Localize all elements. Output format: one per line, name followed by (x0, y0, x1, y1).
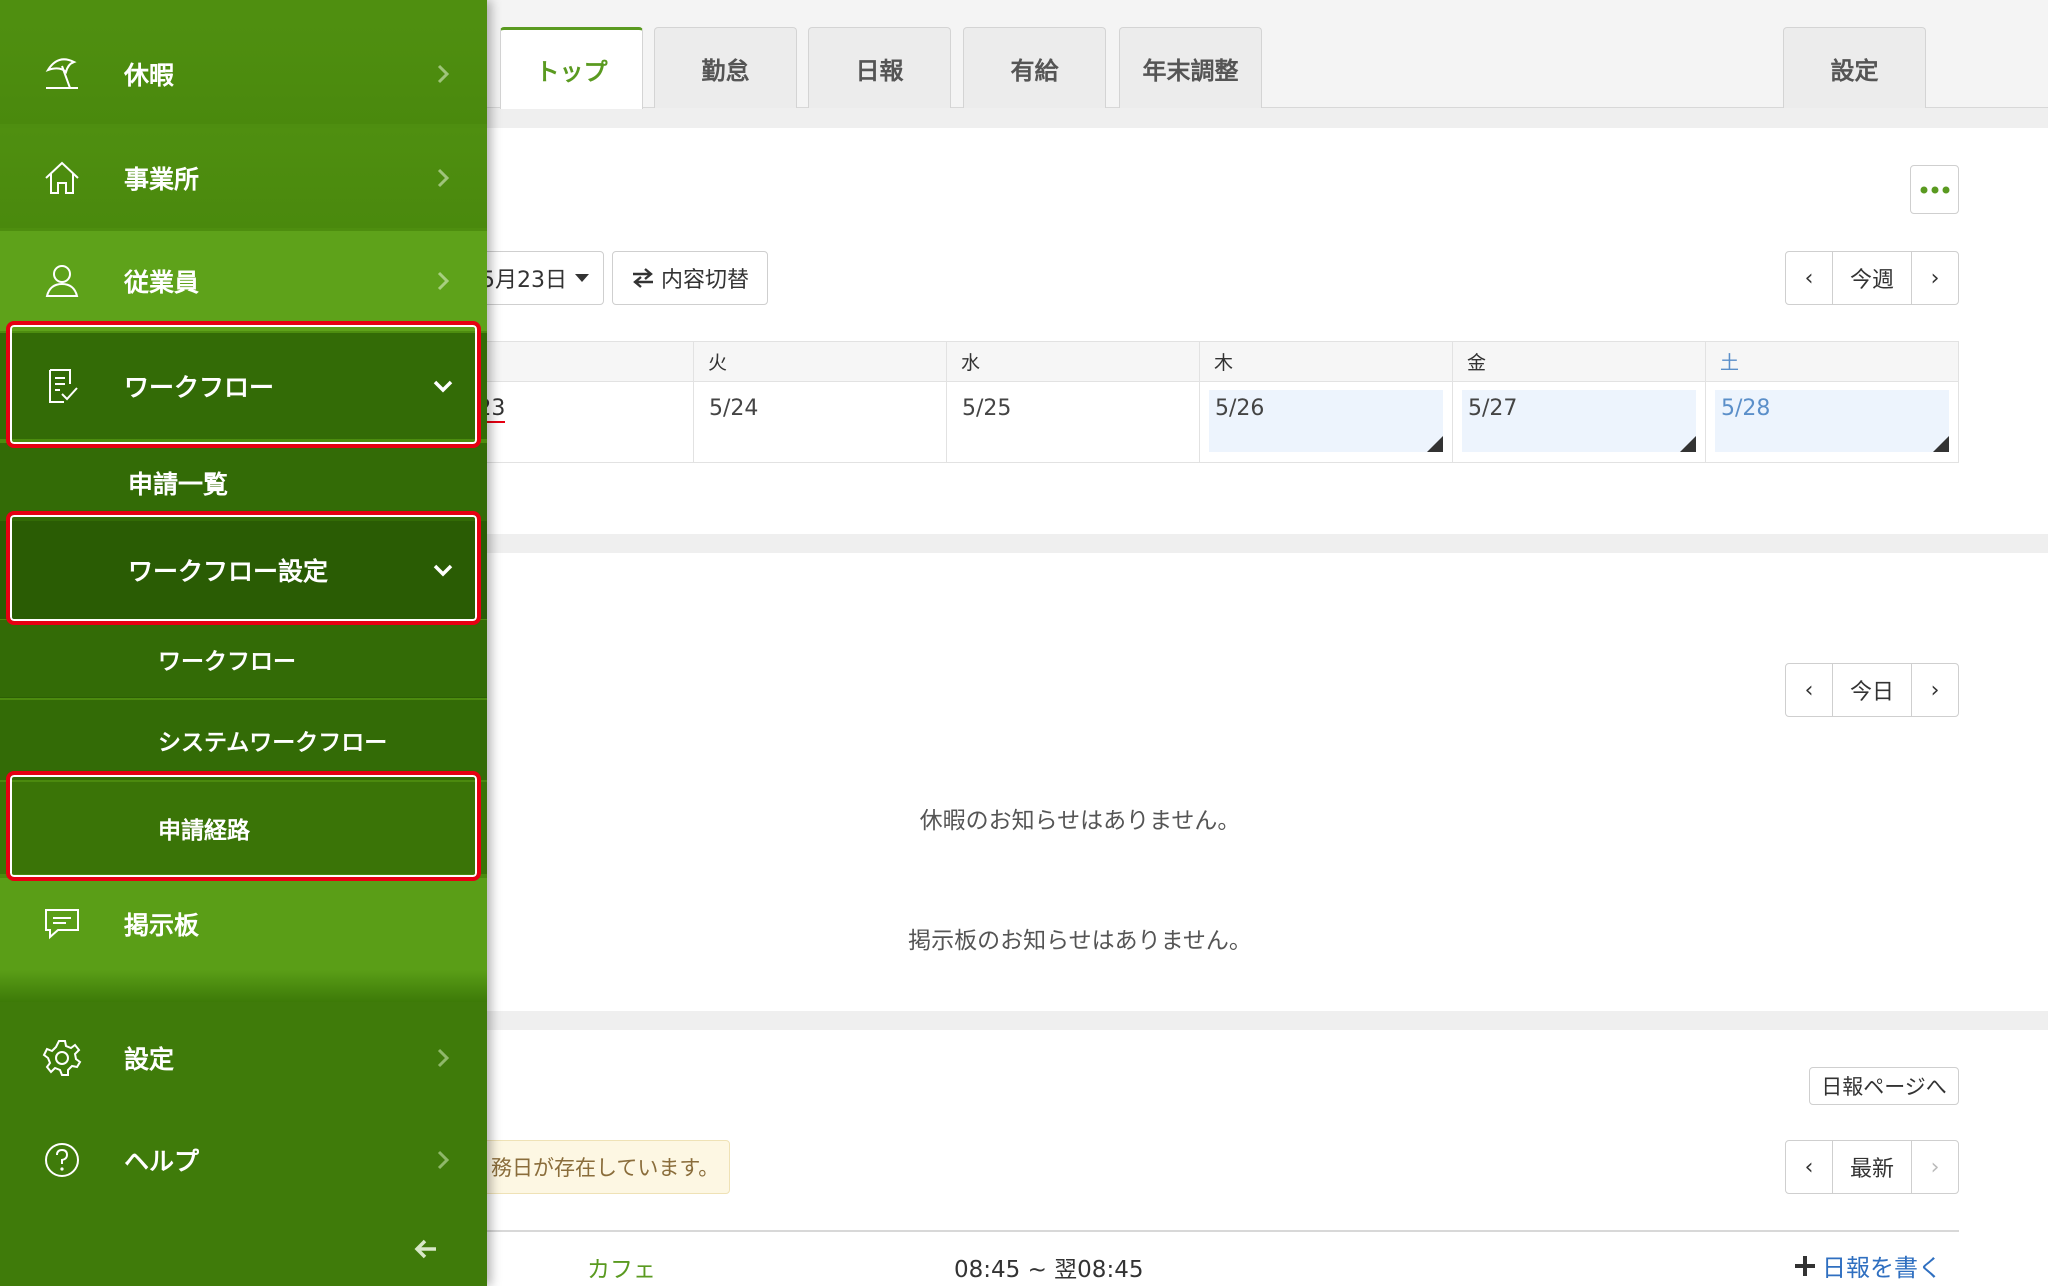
weekday-tue: 火 (693, 341, 947, 382)
day-date-saturday: 5/28 (1721, 396, 1771, 421)
tab-top[interactable]: トップ (500, 27, 643, 109)
report-location: カフェ (587, 1257, 656, 1283)
sidebar-item-label: ヘルプ (124, 1147, 200, 1176)
prev-report-button[interactable]: ‹ (1786, 1141, 1832, 1193)
chevron-right-icon (437, 64, 450, 84)
latest-button[interactable]: 最新 (1832, 1141, 1912, 1193)
day-date: 5/25 (962, 396, 1012, 421)
chevron-right-icon (437, 168, 450, 188)
this-week-button[interactable]: 今週 (1832, 252, 1912, 304)
daily-report-page-button[interactable]: 日報ページへ (1809, 1067, 1959, 1105)
tab-paid-leave[interactable]: 有給 (963, 27, 1106, 108)
report-time: 08:45 ~ 翌08:45 (954, 1257, 1144, 1283)
report-nav: ‹ 最新 › (1785, 1140, 1959, 1194)
chevron-right-icon (437, 271, 450, 291)
day-cell[interactable]: 5/28 (1705, 381, 1959, 463)
week-nav: ‹ 今週 › (1785, 251, 1959, 305)
prev-day-button[interactable]: ‹ (1786, 664, 1832, 716)
weekday-wed: 水 (946, 341, 1200, 382)
sidebar-item-office[interactable]: 事業所 (0, 128, 487, 228)
day-date: 5/26 (1215, 396, 1265, 421)
today-button[interactable]: 今日 (1832, 664, 1912, 716)
home-icon (45, 161, 79, 194)
next-report-button[interactable]: › (1912, 1141, 1958, 1193)
sidebar-separator (0, 970, 487, 1002)
sidebar-item-label: 休暇 (124, 61, 175, 90)
sidebar-item-help[interactable]: ヘルプ (0, 1110, 487, 1210)
day-cell[interactable]: 5/27 (1452, 381, 1706, 463)
sidebar-item-vacation[interactable]: 休暇 (0, 24, 487, 124)
day-date: 5/27 (1468, 396, 1518, 421)
weekday-sat: 土 (1705, 341, 1959, 382)
sidebar-item-workflow-sub[interactable]: ワークフロー (0, 620, 487, 698)
tab-daily-report[interactable]: 日報 (808, 27, 951, 108)
sidebar-item-label: ワークフロー (158, 648, 296, 675)
more-button[interactable] (1910, 165, 1959, 214)
warning-text: 務日が存在しています。 (491, 1156, 720, 1180)
user-icon (45, 265, 79, 297)
chevron-right-icon (437, 1048, 450, 1068)
message-icon (45, 909, 79, 940)
help-circle-icon (45, 1143, 79, 1177)
plus-icon (1795, 1255, 1815, 1276)
sidebar-item-label: 従業員 (124, 268, 200, 297)
sidebar-item-employee[interactable]: 従業員 (0, 231, 487, 331)
chevron-right-icon (437, 1150, 450, 1170)
date-select-label: 5月23日 (481, 268, 567, 293)
highlight-workflow-settings (6, 511, 481, 625)
tab-settings[interactable]: 設定 (1783, 27, 1926, 108)
next-day-button[interactable]: › (1912, 664, 1958, 716)
day-nav: ‹ 今日 › (1785, 663, 1959, 717)
divider (440, 1230, 1959, 1232)
day-cell[interactable]: 5/26 (1199, 381, 1453, 463)
day-cell[interactable]: 5/24 (693, 381, 947, 463)
sidebar-item-label: 設定 (124, 1045, 175, 1074)
sidebar-item-label: 掲示板 (124, 911, 200, 940)
sidebar-item-system-workflow[interactable]: システムワークフロー (0, 700, 487, 780)
next-week-button[interactable]: › (1912, 252, 1958, 304)
weekday-thu: 木 (1199, 341, 1453, 382)
tab-attendance[interactable]: 勤怠 (654, 27, 797, 108)
prev-week-button[interactable]: ‹ (1786, 252, 1832, 304)
more-dots-icon (1920, 186, 1949, 193)
arrow-left-icon[interactable] (414, 1238, 438, 1260)
weekday-fri: 金 (1452, 341, 1706, 382)
switch-content-button[interactable]: 内容切替 (612, 251, 768, 305)
sidebar-item-label: 申請一覧 (128, 470, 229, 499)
caret-down-icon (575, 274, 589, 282)
sidebar: 休暇 事業所 従業員 ワークフロー 申請一覧 ワークフロー設定 ワークフロー シ… (0, 0, 487, 1286)
switch-content-label: 内容切替 (660, 268, 749, 293)
sidebar-item-label: 事業所 (124, 165, 200, 194)
write-report-label: 日報を書く (1822, 1254, 1942, 1282)
sidebar-item-label: システムワークフロー (158, 730, 388, 756)
sidebar-item-settings[interactable]: 設定 (0, 1008, 487, 1108)
sidebar-item-board[interactable]: 掲示板 (0, 878, 487, 970)
gear-icon (42, 1040, 82, 1076)
highlight-workflow (6, 321, 481, 448)
write-report-link[interactable]: 日報を書く (1794, 1248, 1942, 1283)
highlight-route (6, 771, 481, 881)
week-calendar: 月 火 水 木 金 土 5/23 5/24 5/25 5/26 5/27 5/2… (440, 341, 1959, 463)
swap-icon (632, 268, 653, 288)
tab-year-end[interactable]: 年末調整 (1119, 27, 1262, 108)
day-cell[interactable]: 5/25 (946, 381, 1200, 463)
beach-umbrella-icon (45, 58, 78, 89)
day-date: 5/24 (709, 396, 759, 421)
